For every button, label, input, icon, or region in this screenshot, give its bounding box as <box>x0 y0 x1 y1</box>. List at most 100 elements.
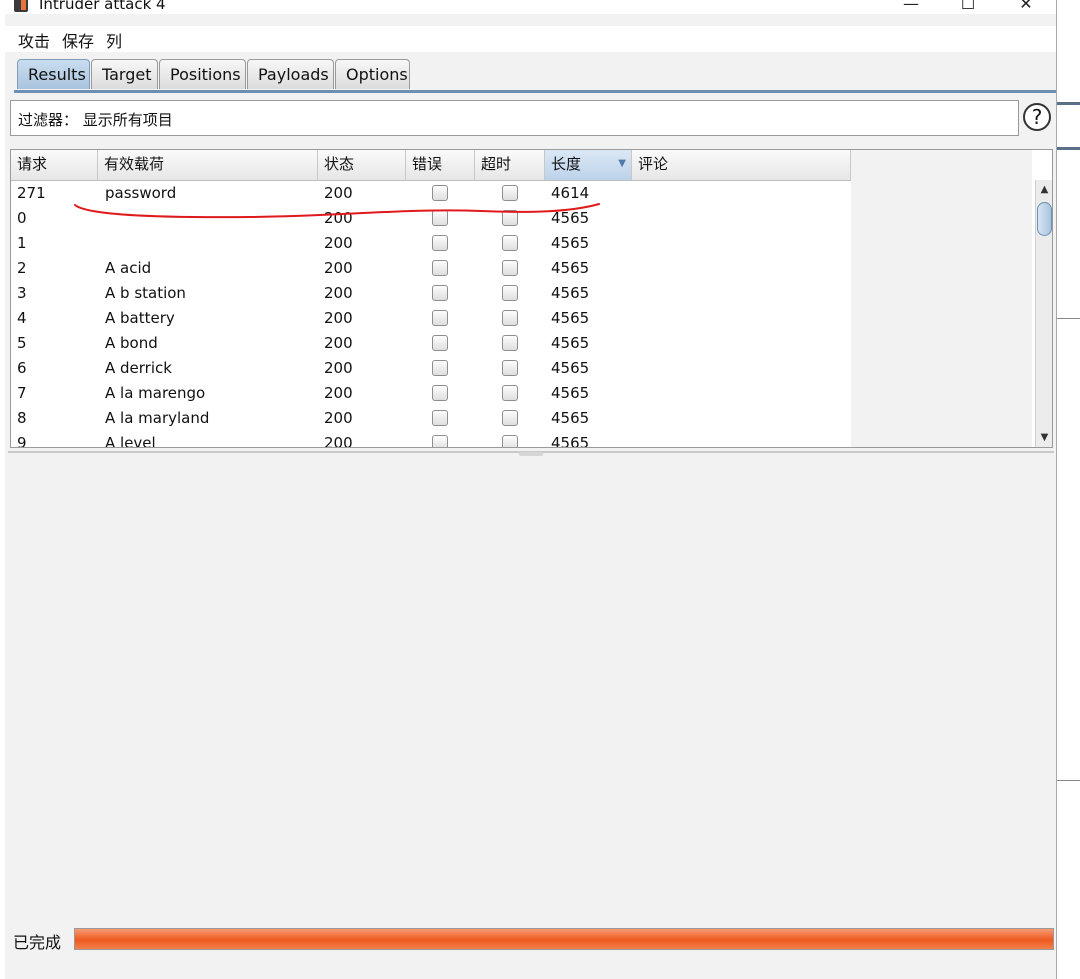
table-row[interactable]: 2 A acid 200 4565 <box>11 256 851 281</box>
cell-payload: A battery <box>105 309 175 327</box>
error-checkbox <box>432 410 448 426</box>
tab-payloads[interactable]: Payloads <box>247 59 334 89</box>
error-checkbox <box>432 435 448 447</box>
cell-length: 4565 <box>551 409 590 427</box>
cell-payload: A acid <box>105 259 152 277</box>
column-header-status[interactable]: 状态 <box>318 150 406 180</box>
menu-attack[interactable]: 攻击 <box>18 28 50 52</box>
cell-status: 200 <box>324 259 353 277</box>
cell-status: 200 <box>324 334 353 352</box>
cell-payload: A la maryland <box>105 409 210 427</box>
maximize-button[interactable]: ☐ <box>953 0 983 13</box>
tab-positions[interactable]: Positions <box>159 59 246 89</box>
table-row[interactable]: 7 A la marengo 200 4565 <box>11 381 851 406</box>
cell-request: 7 <box>17 384 27 402</box>
cell-request: 4 <box>17 309 27 327</box>
timeout-checkbox <box>502 435 518 447</box>
cell-status: 200 <box>324 209 353 227</box>
progress-bar <box>74 928 1054 950</box>
sort-descending-icon: ▼ <box>618 158 626 169</box>
menu-save[interactable]: 保存 <box>62 28 94 52</box>
status-label: 已完成 <box>13 933 62 952</box>
error-checkbox <box>432 260 448 276</box>
timeout-checkbox <box>502 310 518 326</box>
cell-length: 4565 <box>551 434 590 448</box>
cell-status: 200 <box>324 234 353 252</box>
table-empty-area <box>851 180 1032 447</box>
cell-length: 4565 <box>551 209 590 227</box>
filter-text: 过滤器： 显示所有项目 <box>18 111 173 129</box>
timeout-checkbox <box>502 185 518 201</box>
cell-length: 4565 <box>551 384 590 402</box>
cell-payload: A la marengo <box>105 384 206 402</box>
column-header-timeout[interactable]: 超时 <box>475 150 545 180</box>
filter-bar[interactable]: 过滤器： 显示所有项目 <box>10 100 1019 136</box>
results-table: 请求 有效载荷 状态 错误 超时 长度 ▼ 评论 271 password 200 4… <box>10 149 1053 448</box>
table-row[interactable]: 1 200 4565 <box>11 231 851 256</box>
window-title: Intruder attack 4 <box>39 0 166 13</box>
intruder-attack-window: Intruder attack 4 — ☐ ✕ 攻击 保存 列 Results … <box>5 0 1057 979</box>
cell-request: 271 <box>17 184 46 202</box>
cell-payload: password <box>105 184 177 202</box>
table-row[interactable]: 8 A la maryland 200 4565 <box>11 406 851 431</box>
table-row[interactable]: 3 A b station 200 4565 <box>11 281 851 306</box>
tab-underline <box>14 90 1056 93</box>
background-window-line <box>1056 780 1080 781</box>
cell-request: 0 <box>17 209 27 227</box>
cell-status: 200 <box>324 284 353 302</box>
column-header-length-label: 长度 <box>551 155 582 173</box>
cell-length: 4565 <box>551 334 590 352</box>
scrollbar-thumb[interactable] <box>1037 202 1052 236</box>
timeout-checkbox <box>502 285 518 301</box>
tab-options[interactable]: Options <box>335 59 410 89</box>
cell-status: 200 <box>324 359 353 377</box>
error-checkbox <box>432 360 448 376</box>
title-bar: Intruder attack 4 — ☐ ✕ <box>5 0 1056 14</box>
background-window-line <box>1056 147 1080 150</box>
cell-status: 200 <box>324 384 353 402</box>
tab-target[interactable]: Target <box>91 59 158 89</box>
error-checkbox <box>432 310 448 326</box>
error-checkbox <box>432 185 448 201</box>
column-header-length[interactable]: 长度 ▼ <box>545 150 632 180</box>
table-row[interactable]: 0 200 4565 <box>11 206 851 231</box>
cell-status: 200 <box>324 434 353 448</box>
table-row[interactable]: 271 password 200 4614 <box>11 181 851 206</box>
cell-length: 4565 <box>551 309 590 327</box>
vertical-scrollbar[interactable]: ▲ ▼ <box>1035 180 1052 447</box>
minimize-button[interactable]: — <box>896 0 926 13</box>
cell-request: 8 <box>17 409 27 427</box>
cell-payload: A b station <box>105 284 186 302</box>
split-pane-handle[interactable] <box>519 452 543 456</box>
cell-request: 1 <box>17 234 27 252</box>
table-row[interactable]: 6 A derrick 200 4565 <box>11 356 851 381</box>
cell-request: 5 <box>17 334 27 352</box>
table-row[interactable]: 9 A level 200 4565 <box>11 431 851 448</box>
progress-fill <box>75 929 1053 949</box>
scroll-up-icon[interactable]: ▲ <box>1036 182 1052 198</box>
cell-status: 200 <box>324 409 353 427</box>
cell-payload: A bond <box>105 334 158 352</box>
menu-columns[interactable]: 列 <box>106 28 122 52</box>
tab-results[interactable]: Results <box>17 59 90 89</box>
timeout-checkbox <box>502 385 518 401</box>
column-header-comment[interactable]: 评论 <box>632 150 851 180</box>
table-row[interactable]: 5 A bond 200 4565 <box>11 331 851 356</box>
column-header-error[interactable]: 错误 <box>406 150 475 180</box>
error-checkbox <box>432 235 448 251</box>
column-header-payload[interactable]: 有效载荷 <box>98 150 318 180</box>
cell-length: 4614 <box>551 184 590 202</box>
cell-length: 4565 <box>551 359 590 377</box>
help-icon[interactable]: ? <box>1023 103 1051 131</box>
cell-request: 6 <box>17 359 27 377</box>
cell-request: 3 <box>17 284 27 302</box>
table-row[interactable]: 4 A battery 200 4565 <box>11 306 851 331</box>
timeout-checkbox <box>502 335 518 351</box>
column-header-request[interactable]: 请求 <box>11 150 98 180</box>
close-button[interactable]: ✕ <box>1011 0 1041 13</box>
burp-app-icon <box>14 0 28 12</box>
cell-status: 200 <box>324 309 353 327</box>
error-checkbox <box>432 285 448 301</box>
error-checkbox <box>432 210 448 226</box>
scroll-down-icon[interactable]: ▼ <box>1036 430 1052 446</box>
